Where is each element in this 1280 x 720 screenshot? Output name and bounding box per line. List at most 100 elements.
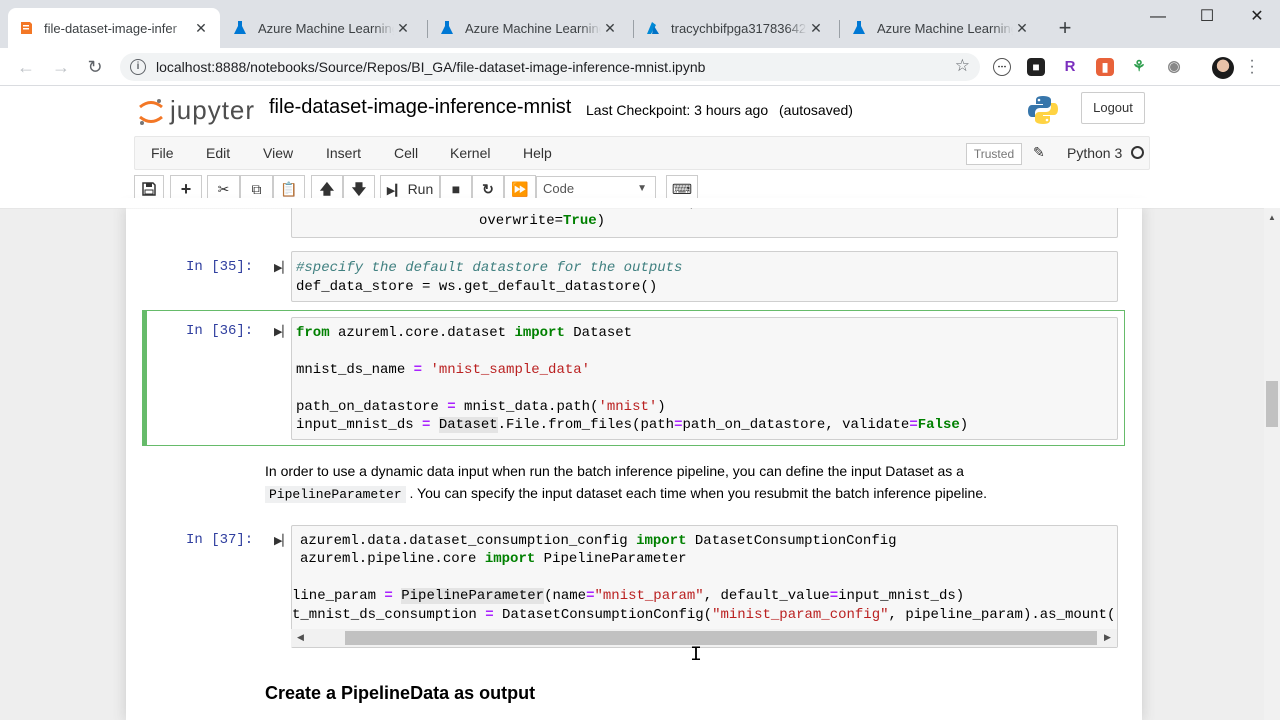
tab-close-icon[interactable]: ✕	[192, 19, 210, 37]
code-comment: #specify the default datastore for the o…	[296, 260, 683, 276]
azure-flask-icon	[441, 21, 453, 34]
code-line: path_on_datastore = mnist_data.path('mni…	[296, 399, 666, 415]
menu-edit[interactable]: Edit	[206, 145, 230, 161]
close-window-button[interactable]: ✕	[1245, 6, 1269, 28]
menu-insert[interactable]: Insert	[326, 145, 361, 161]
browser-tab-bar: file-dataset-image-infer ✕ Azure Machine…	[0, 0, 1280, 48]
markdown-text: In order to use a dynamic data input whe…	[265, 463, 964, 479]
azure-flask-icon	[234, 21, 246, 34]
back-button[interactable]: ←	[15, 56, 37, 78]
code-line: line_param = PipelineParameter(name="mni…	[292, 588, 965, 604]
jupyter-header: jupyter file-dataset-image-inference-mni…	[0, 87, 1280, 135]
extension-office-icon[interactable]: ▮	[1096, 58, 1114, 76]
code-line: input_mnist_ds = Dataset.File.from_files…	[296, 417, 969, 433]
extension-dark-icon[interactable]: ■	[1027, 58, 1045, 76]
tab-azure-ml-2[interactable]: Azure Machine Learning ✕	[429, 8, 629, 48]
code-line: azureml.pipeline.core import PipelinePar…	[300, 551, 687, 567]
cell-35-input[interactable]: #specify the default datastore for the o…	[291, 251, 1118, 302]
section-heading: Create a PipelineData as output	[265, 683, 536, 703]
extension-r-icon[interactable]: R	[1061, 58, 1079, 76]
jupyter-menubar: File Edit View Insert Cell Kernel Help T…	[134, 136, 1150, 170]
code-line: overwrite=True)	[479, 213, 606, 229]
address-bar: ← → ↻ i localhost:8888/notebooks/Source/…	[0, 48, 1280, 86]
code-line: mnist_ds_name = 'mnist_sample_data'	[296, 362, 591, 378]
code-line: def_data_store = ws.get_default_datastor…	[296, 279, 658, 295]
tab-title: Azure Machine Learning	[877, 20, 1013, 36]
run-label: Run	[407, 181, 434, 197]
trusted-indicator[interactable]: Trusted	[966, 143, 1022, 165]
tab-title: tracychbifpga31783642	[671, 20, 807, 36]
extension-disc-icon[interactable]: ◉	[1165, 58, 1183, 76]
tab-azure-storage[interactable]: tracychbifpga31783642 ✕	[635, 8, 835, 48]
jupyter-wordmark: jupyter	[170, 95, 256, 125]
markdown-cell: In order to use a dynamic data input whe…	[265, 460, 987, 506]
cell-36-prompt: In [36]:	[186, 323, 254, 339]
toolbar-bottom-area	[0, 198, 1280, 208]
tab-separator	[633, 20, 634, 38]
inline-code: PipelineParameter	[265, 486, 406, 503]
tab-close-icon[interactable]: ✕	[601, 19, 619, 37]
notebook-tab-icon	[21, 22, 32, 34]
profile-avatar[interactable]	[1212, 57, 1234, 79]
url-text[interactable]: localhost:8888/notebooks/Source/Repos/BI…	[156, 59, 705, 75]
extension-circle-icon[interactable]: ⋯	[993, 58, 1011, 76]
info-icon[interactable]: i	[130, 59, 146, 75]
scroll-right-icon[interactable]: ▶	[1104, 632, 1111, 643]
horizontal-scrollbar[interactable]: ◀ ▶	[291, 629, 1117, 647]
cell-37-prompt: In [37]:	[186, 532, 254, 548]
menu-cell[interactable]: Cell	[394, 145, 418, 161]
extension-leaf-icon[interactable]: ⚘	[1130, 58, 1148, 76]
jupyter-orbit-icon	[139, 99, 163, 125]
reload-button[interactable]: ↻	[84, 56, 106, 78]
vertical-scrollbar[interactable]: ▲	[1264, 208, 1280, 720]
menu-kernel[interactable]: Kernel	[450, 145, 490, 161]
cell-35-prompt: In [35]:	[186, 259, 254, 275]
python-logo-icon	[1028, 96, 1058, 124]
browser-menu-icon[interactable]: · · ·	[1249, 53, 1255, 81]
cell-36-input[interactable]: from azureml.core.dataset import Dataset…	[291, 317, 1118, 440]
code-line: t_mnist_ds_consumption = DatasetConsumpt…	[292, 607, 1118, 623]
scrollbar-thumb[interactable]	[345, 631, 1097, 645]
maximize-button[interactable]: ☐	[1195, 6, 1219, 28]
azure-logo-icon	[647, 22, 659, 34]
run-cell-icon[interactable]: ▶▏	[274, 534, 291, 547]
tab-close-icon[interactable]: ✕	[1013, 19, 1031, 37]
run-cell-icon[interactable]: ▶▏	[274, 261, 291, 274]
tab-azure-ml-3[interactable]: Azure Machine Learning ✕	[841, 8, 1041, 48]
code-line: from azureml.core.dataset import Dataset	[296, 325, 633, 341]
menu-help[interactable]: Help	[523, 145, 552, 161]
run-icon: ▶▎	[386, 185, 404, 197]
scroll-up-icon[interactable]: ▲	[1268, 213, 1276, 222]
tab-notebook[interactable]: file-dataset-image-infer ✕	[8, 8, 220, 48]
edit-pencil-icon[interactable]: ✎	[1033, 144, 1045, 161]
azure-flask-icon	[853, 21, 865, 34]
scrollbar-thumb[interactable]	[1266, 381, 1278, 427]
kernel-idle-indicator	[1131, 146, 1144, 159]
text-cursor-icon: I	[690, 644, 703, 667]
omnibox[interactable]: i localhost:8888/notebooks/Source/Repos/…	[120, 53, 980, 81]
tab-separator	[427, 20, 428, 38]
kernel-name[interactable]: Python 3	[1067, 145, 1122, 161]
autosave-status: (autosaved)	[779, 102, 853, 118]
tab-close-icon[interactable]: ✕	[807, 19, 825, 37]
tab-separator	[839, 20, 840, 38]
cell-type-value: Code	[543, 181, 575, 196]
jupyter-logo[interactable]: jupyter	[138, 93, 258, 129]
notebook-title[interactable]: file-dataset-image-inference-mnist	[269, 96, 571, 119]
tab-title: Azure Machine Learning	[258, 20, 394, 36]
markdown-text: PipelineParameter . You can specify the …	[265, 482, 987, 506]
bookmark-star-icon[interactable]: ☆	[955, 56, 970, 76]
run-cell-icon[interactable]: ▶▏	[274, 325, 291, 338]
menu-file[interactable]: File	[151, 145, 174, 161]
tab-title: Azure Machine Learning	[465, 20, 601, 36]
new-tab-button[interactable]: +	[1055, 17, 1075, 39]
menu-view[interactable]: View	[263, 145, 293, 161]
forward-button[interactable]: →	[50, 56, 72, 78]
logout-button[interactable]: Logout	[1081, 92, 1145, 124]
scroll-left-icon[interactable]: ◀	[297, 632, 304, 643]
tab-title: file-dataset-image-infer	[44, 20, 177, 36]
tab-close-icon[interactable]: ✕	[394, 19, 412, 37]
tab-azure-ml-1[interactable]: Azure Machine Learning ✕	[222, 8, 422, 48]
code-line: azureml.data.dataset_consumption_config …	[300, 533, 897, 549]
minimize-button[interactable]: —	[1146, 6, 1170, 28]
